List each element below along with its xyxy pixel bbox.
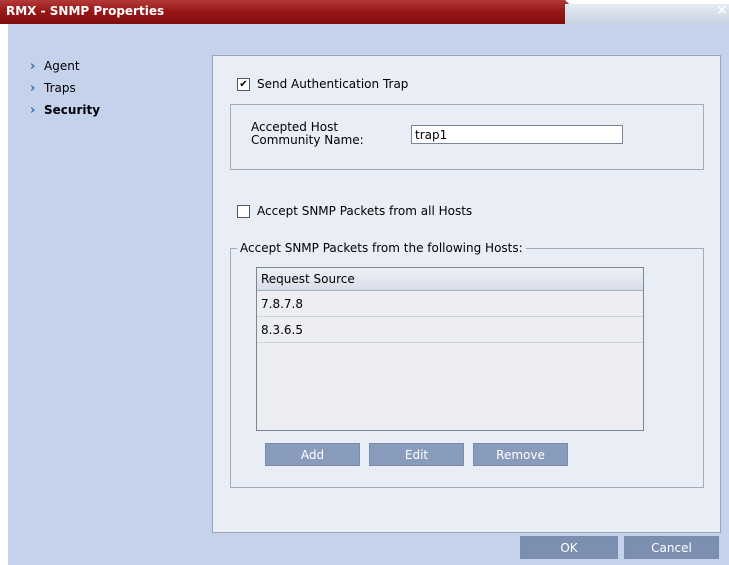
add-button[interactable]: Add <box>265 443 360 466</box>
table-row[interactable]: 7.8.7.8 <box>257 291 643 317</box>
edit-button[interactable]: Edit <box>369 443 464 466</box>
sidebar-item-label: Security <box>44 103 101 117</box>
remove-button[interactable]: Remove <box>473 443 568 466</box>
chevron-right-icon: › <box>30 103 36 118</box>
snmp-properties-dialog: RMX - SNMP Properties × › Agent › Traps … <box>0 0 729 565</box>
table-body: 7.8.7.8 8.3.6.5 <box>257 291 643 430</box>
close-icon[interactable]: × <box>715 4 729 18</box>
chevron-right-icon: › <box>30 81 36 96</box>
allowed-hosts-group: Accept SNMP Packets from the following H… <box>230 241 704 488</box>
accept-all-hosts-label: Accept SNMP Packets from all Hosts <box>257 204 473 218</box>
host-community-input[interactable]: trap1 <box>411 125 623 144</box>
title-bar[interactable]: RMX - SNMP Properties × <box>0 0 729 24</box>
send-auth-trap-label: Send Authentication Trap <box>257 77 409 91</box>
sidebar-item-label: Traps <box>44 81 76 95</box>
table-header[interactable]: Request Source <box>257 268 643 291</box>
hosts-table: Request Source 7.8.7.8 8.3.6.5 <box>256 267 644 431</box>
table-row[interactable]: 8.3.6.5 <box>257 317 643 343</box>
accept-all-hosts-checkbox[interactable] <box>237 205 250 218</box>
sidebar-item-label: Agent <box>44 59 80 73</box>
allowed-hosts-legend: Accept SNMP Packets from the following H… <box>237 241 526 255</box>
table-cell: 7.8.7.8 <box>261 297 303 311</box>
host-community-label: Accepted Host Community Name: <box>251 120 364 147</box>
ok-button[interactable]: OK <box>520 536 618 559</box>
column-request-source: Request Source <box>261 272 355 286</box>
window-title: RMX - SNMP Properties <box>6 4 165 18</box>
host-community-box: Accepted Host Community Name: trap1 <box>230 104 704 170</box>
send-auth-trap-row[interactable]: ✔ Send Authentication Trap <box>237 77 497 93</box>
send-auth-trap-checkbox[interactable]: ✔ <box>237 78 250 91</box>
table-cell: 8.3.6.5 <box>261 323 303 337</box>
accept-all-hosts-row[interactable]: Accept SNMP Packets from all Hosts <box>237 204 537 220</box>
title-bar-tail <box>565 4 729 24</box>
chevron-right-icon: › <box>30 59 36 74</box>
cancel-button[interactable]: Cancel <box>624 536 719 559</box>
